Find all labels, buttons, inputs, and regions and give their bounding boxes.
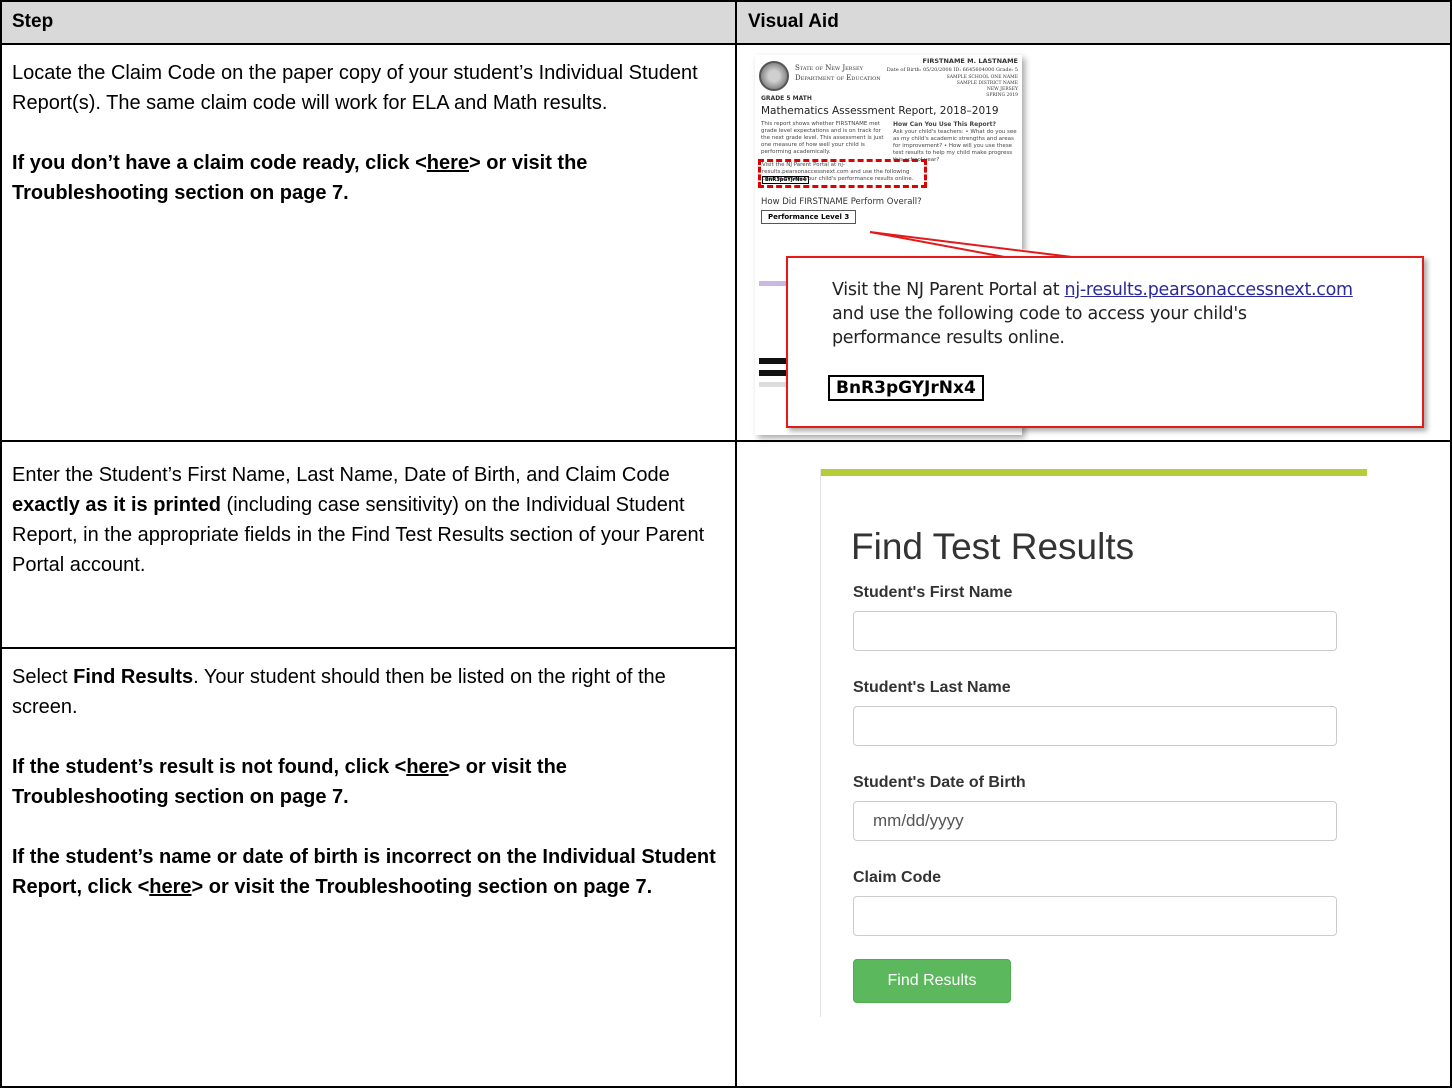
form-title: Find Test Results xyxy=(851,526,1135,567)
claim-code-zoom-callout: Visit the NJ Parent Portal at nj-results… xyxy=(786,256,1424,428)
zoom-visit-text: Visit the NJ Parent Portal at nj-results… xyxy=(832,278,1353,350)
find-results-button[interactable]: Find Results xyxy=(853,959,1011,1003)
dob-input[interactable] xyxy=(853,801,1337,841)
dob-label: Student's Date of Birth xyxy=(853,774,1026,791)
zoom-text-end: and use the following code to access you… xyxy=(832,304,1247,348)
first-name-input[interactable] xyxy=(853,611,1337,651)
first-name-label: Student's First Name xyxy=(853,584,1013,601)
last-name-label: Student's Last Name xyxy=(853,679,1011,696)
claim-code-label: Claim Code xyxy=(853,869,942,886)
zoom-claim-code: BnR3pGYJrNx4 xyxy=(828,375,984,401)
form-accent-bar xyxy=(821,469,1367,476)
last-name-input[interactable] xyxy=(853,706,1337,746)
zoom-text-start: Visit the NJ Parent Portal at xyxy=(832,280,1065,300)
find-test-results-form: Find Test Results Student's First Name S… xyxy=(820,469,1367,1017)
claim-code-input[interactable] xyxy=(853,896,1337,936)
parent-portal-link[interactable]: nj-results.pearsonaccessnext.com xyxy=(1065,280,1354,300)
